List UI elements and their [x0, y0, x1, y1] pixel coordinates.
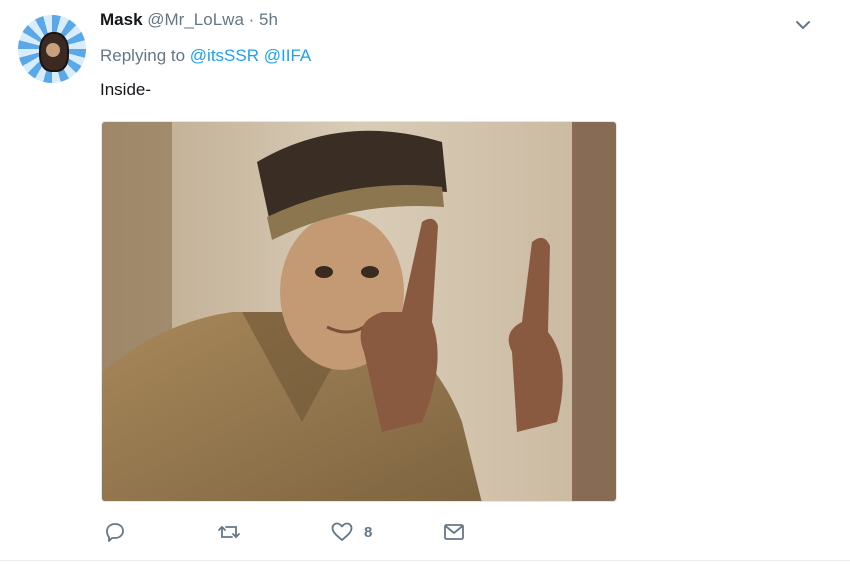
- mention-itsssr[interactable]: @itsSSR: [190, 46, 259, 65]
- envelope-icon: [442, 521, 466, 543]
- replying-to: Replying to @itsSSR @IIFA: [100, 46, 311, 66]
- tweet-actions: 8: [0, 518, 850, 548]
- like-count: 8: [364, 523, 373, 541]
- timestamp[interactable]: 5h: [259, 10, 278, 29]
- like-button[interactable]: 8: [330, 518, 372, 546]
- tweet-divider: [0, 560, 850, 561]
- retweet-icon: [217, 521, 241, 543]
- heart-icon: [330, 521, 354, 543]
- reply-button[interactable]: [104, 518, 126, 546]
- user-handle[interactable]: @Mr_LoLwa: [147, 10, 244, 29]
- tweet: Mask @Mr_LoLwa · 5h Replying to @itsSSR …: [0, 0, 850, 570]
- tweet-header: Mask @Mr_LoLwa · 5h: [100, 10, 278, 30]
- tweet-image[interactable]: [101, 121, 617, 502]
- display-name[interactable]: Mask: [100, 10, 143, 29]
- header-separator: ·: [248, 10, 255, 29]
- direct-message-button[interactable]: [442, 518, 466, 546]
- avatar[interactable]: [18, 15, 86, 83]
- replying-to-label: Replying to: [100, 46, 186, 65]
- reply-icon: [104, 521, 126, 543]
- avatar-face: [39, 32, 69, 72]
- tweet-text: Inside-: [100, 80, 152, 99]
- retweet-button[interactable]: [217, 518, 241, 546]
- mention-iifa[interactable]: @IIFA: [264, 46, 312, 65]
- chevron-down-icon[interactable]: [794, 16, 812, 34]
